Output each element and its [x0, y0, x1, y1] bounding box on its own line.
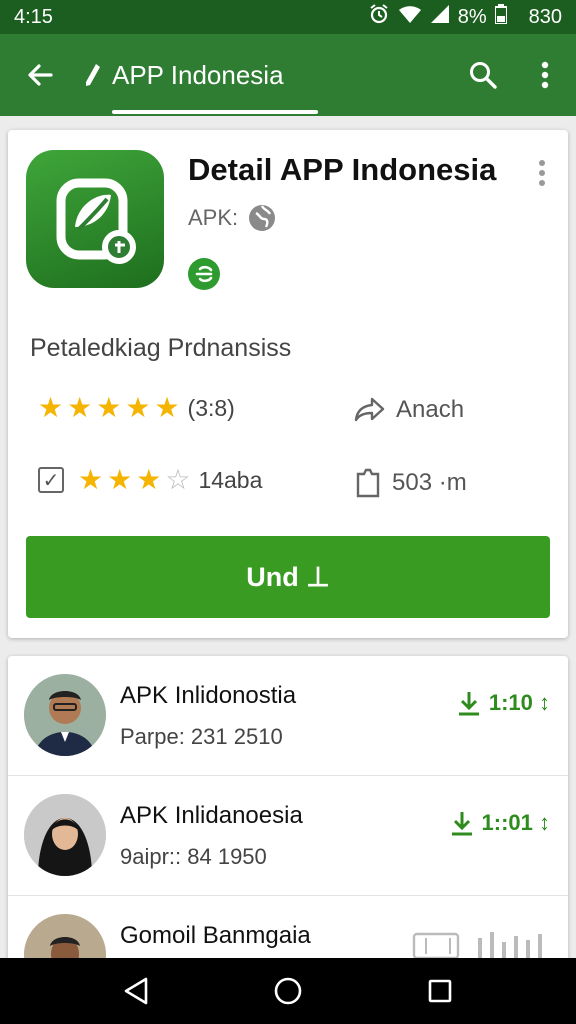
nav-home-icon — [274, 977, 302, 1005]
nav-home-button[interactable] — [258, 961, 318, 1021]
app-logo — [26, 150, 164, 288]
share-arrow-icon — [354, 397, 385, 422]
media-icon — [412, 932, 460, 960]
app-bar: APP Indonesia — [0, 34, 576, 116]
rating-row: ★ ★ ★ ★ ★ (3:8) — [38, 394, 235, 422]
signal-icon — [430, 4, 450, 30]
review-stars: ★ ★ ★ ☆ — [78, 466, 190, 494]
overflow-menu-icon — [541, 61, 549, 89]
star-icon: ★ — [96, 392, 122, 423]
share-action[interactable]: Anach — [354, 396, 464, 424]
star-icon: ★ — [154, 392, 180, 423]
star-icon: ★ — [136, 464, 162, 495]
star-icon: ★ — [38, 392, 64, 423]
avatar — [24, 794, 106, 876]
size-info: 503 ·m — [354, 468, 467, 498]
star-icon: ★ — [67, 392, 93, 423]
system-nav-bar — [0, 958, 576, 1024]
list-item[interactable]: APK Inlidonostia Parpe: 231 2510 1:10 ↕ — [8, 656, 568, 776]
battery-icon — [493, 4, 508, 30]
rating-count: (3:8) — [187, 394, 235, 421]
search-button[interactable] — [452, 34, 514, 116]
wifi-icon — [398, 4, 422, 30]
overflow-menu-button[interactable] — [514, 34, 576, 116]
share-label: Anach — [396, 396, 465, 423]
apk-label: APK: — [188, 205, 239, 230]
download-icon — [458, 692, 479, 716]
star-outline-icon: ☆ — [165, 464, 191, 495]
review-text: 14aba — [198, 466, 263, 493]
status-right: 8% 830 — [368, 3, 562, 31]
package-icon — [356, 468, 380, 498]
back-arrow-icon — [28, 64, 53, 86]
list-item-subtitle: Parpe: 231 2510 — [120, 724, 283, 749]
alarm-icon — [368, 3, 390, 31]
download-text: 1:10 ↕ — [488, 690, 550, 715]
battery-percent: 8% — [457, 5, 487, 28]
app-detail-card: Detail APP Indonesia APK: Petaledkiag Pr… — [8, 130, 568, 638]
size-text: 503 ·m — [392, 469, 467, 496]
back-button[interactable] — [0, 34, 80, 116]
nav-recents-icon — [428, 979, 452, 1003]
download-text: 1::01 ↕ — [481, 810, 550, 835]
nav-recents-button[interactable] — [410, 961, 470, 1021]
review-checkbox[interactable]: ✓ — [38, 467, 64, 493]
app-detail-title: Detail APP Indonesia — [188, 152, 497, 187]
list-item-title: APK Inlidonostia — [120, 682, 297, 709]
avatar — [24, 674, 106, 756]
nav-back-icon — [124, 977, 148, 1005]
list-item-title: APK Inlidanoesia — [120, 802, 303, 829]
app-subtitle: Petaledkiag Prdnansiss — [30, 334, 292, 362]
app-bar-title-tab[interactable]: APP Indonesia — [80, 34, 318, 116]
apk-info-row: APK: — [188, 204, 276, 232]
search-icon — [470, 62, 497, 89]
equalizer-icon — [478, 932, 542, 958]
app-bar-actions — [452, 34, 576, 116]
app-bar-title: APP Indonesia — [112, 59, 284, 90]
download-info[interactable]: 1:10 ↕ — [457, 690, 550, 716]
list-item[interactable]: APK Inlidanoesia 9aipr:: 84 1950 1::01 ↕ — [8, 776, 568, 896]
status-bar: 4:15 8% 830 — [0, 0, 576, 34]
star-icon: ★ — [78, 464, 104, 495]
review-row: ✓ ★ ★ ★ ☆ 14aba — [38, 466, 262, 494]
status-time: 4:15 — [14, 5, 53, 28]
globe-icon — [249, 205, 276, 231]
list-item-subtitle: 9aipr:: 84 1950 — [120, 844, 267, 869]
download-info[interactable] — [412, 930, 550, 960]
download-icon — [451, 812, 472, 836]
star-icon: ★ — [107, 464, 133, 495]
list-item-title: Gomoil Banmgaia — [120, 922, 311, 949]
install-button[interactable]: Und ⊥ — [26, 536, 550, 618]
nav-back-button[interactable] — [106, 961, 166, 1021]
status-clock-right: 830 — [528, 5, 562, 28]
card-overflow-menu-button[interactable] — [530, 158, 554, 188]
tab-indicator — [112, 110, 318, 114]
rating-stars: ★ ★ ★ ★ ★ — [38, 394, 180, 422]
verified-badge-icon — [188, 258, 220, 290]
download-info[interactable]: 1::01 ↕ — [450, 810, 550, 836]
star-icon: ★ — [125, 392, 151, 423]
leaf-logo-icon — [56, 178, 136, 264]
pencil-icon — [86, 64, 100, 86]
